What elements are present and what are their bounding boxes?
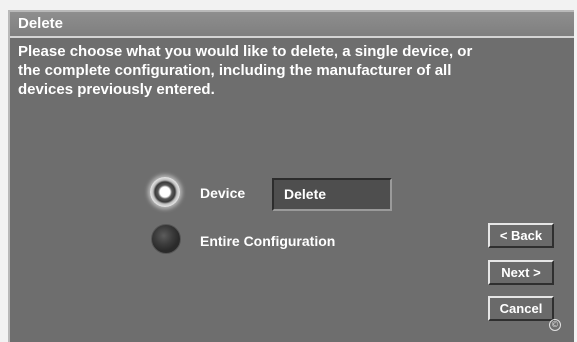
dialog-title: Delete <box>18 15 64 32</box>
copyright-icon: © <box>549 319 561 331</box>
delete-dialog: Delete Please choose what you would like… <box>8 10 574 342</box>
entire-configuration-radio-button[interactable] <box>151 224 181 254</box>
instruction-line-2: the complete configuration, including th… <box>18 62 452 79</box>
next-button[interactable]: Next > <box>488 260 554 285</box>
entire-configuration-option-label[interactable]: Entire Configuration <box>200 233 335 249</box>
back-button[interactable]: < Back <box>488 223 554 248</box>
instruction-line-3: devices previously entered. <box>18 81 215 98</box>
device-radio-button[interactable] <box>150 177 180 207</box>
cancel-button[interactable]: Cancel <box>488 296 554 321</box>
instruction-line-1: Please choose what you would like to del… <box>18 43 473 60</box>
instruction-text: Please choose what you would like to del… <box>18 42 563 99</box>
screen-frame: Delete Please choose what you would like… <box>0 0 577 342</box>
device-option-label[interactable]: Device <box>200 185 245 201</box>
device-selection-value: Delete <box>284 186 327 202</box>
title-bar: Delete <box>10 12 574 38</box>
device-selection-field[interactable]: Delete <box>272 178 392 211</box>
